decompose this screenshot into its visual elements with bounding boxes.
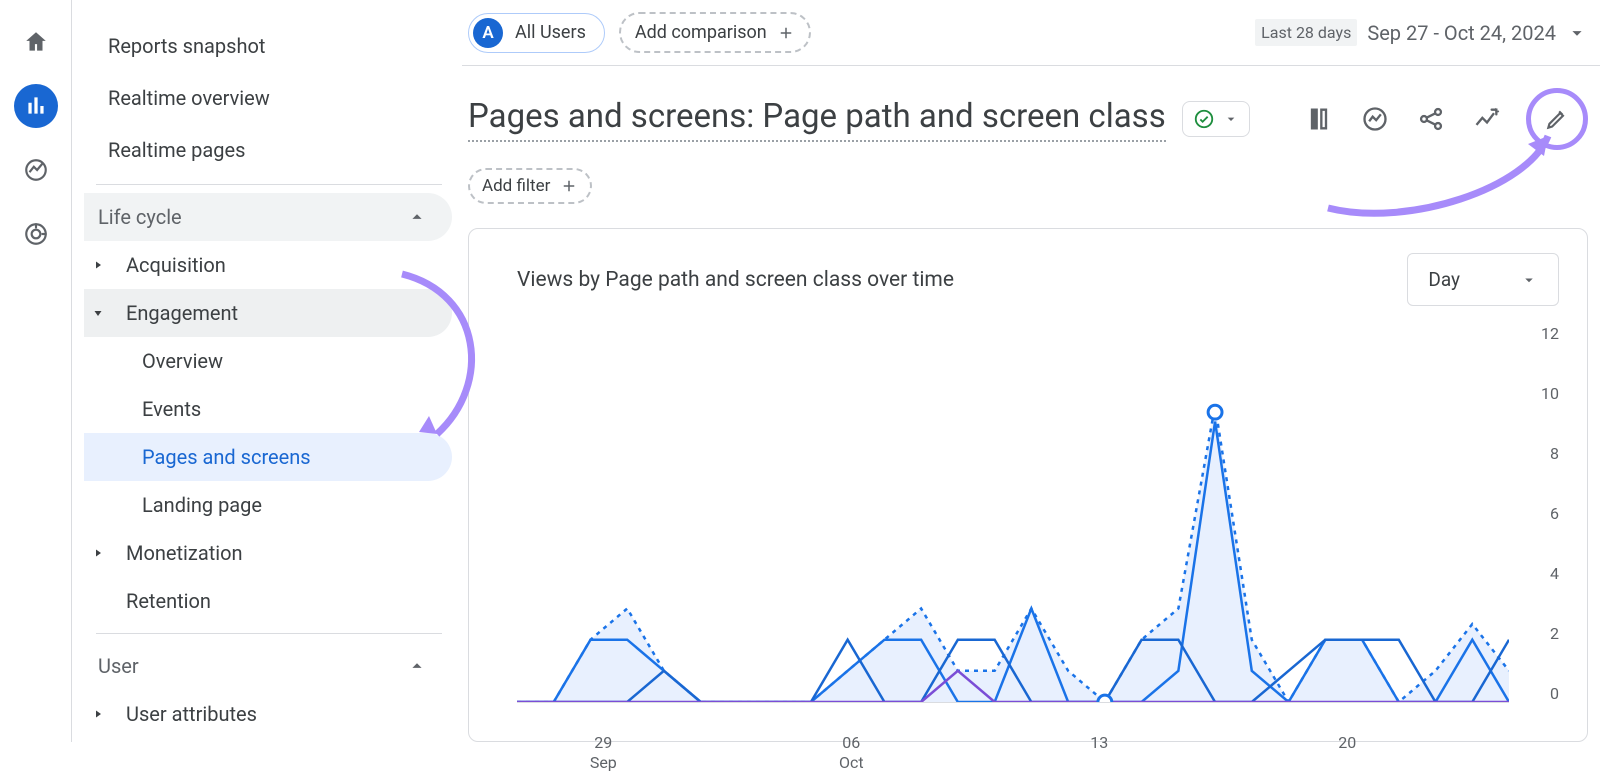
add-filter-label: Add filter [482, 176, 550, 196]
granularity-value: Day [1428, 268, 1460, 291]
date-range-picker[interactable]: Last 28 days Sep 27 - Oct 24, 2024 [1255, 19, 1588, 46]
plus-icon [560, 177, 578, 195]
main-content: A All Users Add comparison Last 28 days … [462, 0, 1600, 742]
reports-icon[interactable] [14, 84, 58, 128]
sidebar-item-user-attributes[interactable]: User attributes [84, 690, 452, 738]
expand-arrow-icon [88, 547, 108, 559]
segment-chip-label: All Users [515, 22, 586, 43]
add-filter-button[interactable]: Add filter [468, 168, 592, 204]
chevron-down-icon [1223, 111, 1239, 127]
report-action-toolbar [1302, 88, 1588, 150]
expand-arrow-icon [88, 259, 108, 271]
chevron-up-icon [406, 655, 428, 677]
sidebar-item-label: Engagement [126, 301, 238, 325]
chevron-down-icon [1520, 271, 1538, 289]
left-icon-rail [0, 0, 72, 742]
explore-icon[interactable] [14, 148, 58, 192]
plus-icon [777, 24, 795, 42]
comparison-topbar: A All Users Add comparison Last 28 days … [462, 0, 1600, 66]
sidebar-item-engagement[interactable]: Engagement [84, 289, 452, 337]
segment-letter-icon: A [473, 18, 503, 48]
page-title[interactable]: Pages and screens: Page path and screen … [468, 97, 1166, 142]
sidebar-item-retention[interactable]: Retention [84, 577, 452, 625]
date-range-label: Last 28 days [1255, 19, 1357, 46]
sidebar-item-label: Retention [126, 589, 211, 613]
segment-chip-all-users[interactable]: A All Users [468, 13, 605, 53]
expand-arrow-icon [88, 708, 108, 720]
y-axis-ticks: 121086420 [1519, 324, 1559, 703]
chart-area: 121086420 29Sep06Oct1320 [517, 324, 1559, 731]
report-sidebar: Reports snapshot Realtime overview Realt… [72, 0, 462, 742]
sidebar-section-label: Life cycle [98, 205, 182, 229]
sidebar-sub-landing-page[interactable]: Landing page [84, 481, 452, 529]
sidebar-item-label: User attributes [126, 702, 257, 726]
data-quality-status-button[interactable] [1182, 101, 1250, 137]
compare-icon[interactable] [1302, 102, 1336, 136]
advertising-icon[interactable] [14, 212, 58, 256]
granularity-select[interactable]: Day [1407, 253, 1559, 306]
sidebar-item-realtime-pages[interactable]: Realtime pages [84, 124, 462, 176]
check-circle-icon [1193, 108, 1215, 130]
sidebar-sub-pages-and-screens[interactable]: Pages and screens [84, 433, 452, 481]
customize-report-button[interactable] [1526, 88, 1588, 150]
report-title-row: Pages and screens: Page path and screen … [462, 66, 1600, 158]
chart-title: Views by Page path and screen class over… [517, 268, 954, 292]
insights-icon[interactable] [1358, 102, 1392, 136]
date-range-value: Sep 27 - Oct 24, 2024 [1367, 21, 1556, 45]
sidebar-item-reports-snapshot[interactable]: Reports snapshot [84, 20, 462, 72]
sidebar-sub-overview[interactable]: Overview [84, 337, 452, 385]
sidebar-item-realtime-overview[interactable]: Realtime overview [84, 72, 462, 124]
sidebar-sub-events[interactable]: Events [84, 385, 452, 433]
sidebar-item-label: Monetization [126, 541, 243, 565]
add-comparison-label: Add comparison [635, 22, 767, 43]
sidebar-section-life-cycle[interactable]: Life cycle [84, 193, 452, 241]
chart-plot[interactable] [517, 328, 1509, 703]
trend-icon[interactable] [1470, 102, 1504, 136]
sidebar-section-label: User [98, 654, 139, 678]
share-icon[interactable] [1414, 102, 1448, 136]
collapse-arrow-icon [88, 307, 108, 319]
chevron-down-icon [1566, 22, 1588, 44]
sidebar-section-user[interactable]: User [84, 642, 452, 690]
sidebar-item-monetization[interactable]: Monetization [84, 529, 452, 577]
add-comparison-button[interactable]: Add comparison [619, 12, 811, 53]
chart-card: Views by Page path and screen class over… [468, 228, 1588, 742]
chevron-up-icon [406, 206, 428, 228]
sidebar-item-label: Acquisition [126, 253, 226, 277]
sidebar-item-acquisition[interactable]: Acquisition [84, 241, 452, 289]
home-icon[interactable] [14, 20, 58, 64]
